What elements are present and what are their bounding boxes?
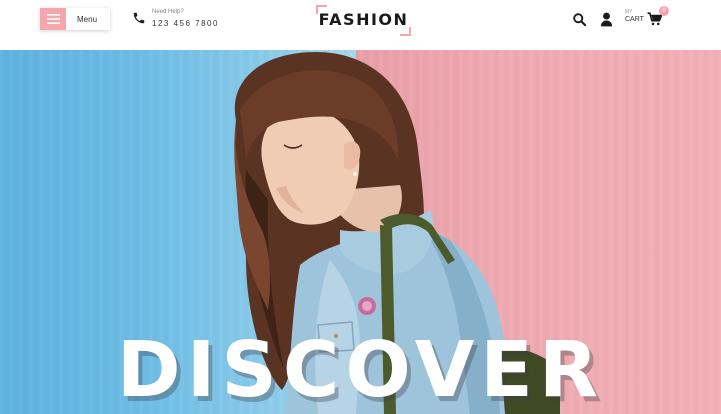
search-icon[interactable] (571, 11, 588, 28)
user-icon[interactable] (598, 11, 615, 28)
help-phone-number[interactable]: 123 456 7800 (152, 18, 219, 29)
cart-count-badge: 0 (659, 6, 669, 16)
menu-button[interactable]: Menu (40, 8, 110, 30)
logo-text: FASHION (318, 10, 409, 29)
phone-icon (132, 11, 146, 25)
page: Menu Need Help? 123 456 7800 FASHION MY … (0, 0, 721, 414)
hero-banner: DISCOVER (0, 50, 721, 414)
site-logo[interactable]: FASHION (316, 5, 411, 36)
menu-label: Menu (77, 14, 98, 24)
help-contact: Need Help? 123 456 7800 (132, 9, 219, 29)
site-header: Menu Need Help? 123 456 7800 FASHION MY … (0, 0, 721, 50)
hero-title: DISCOVER (116, 326, 605, 414)
cart-label: CART (625, 16, 644, 23)
cart-button[interactable]: MY CART 0 (625, 6, 669, 27)
help-label: Need Help? (152, 9, 184, 15)
hamburger-icon[interactable] (40, 8, 66, 30)
